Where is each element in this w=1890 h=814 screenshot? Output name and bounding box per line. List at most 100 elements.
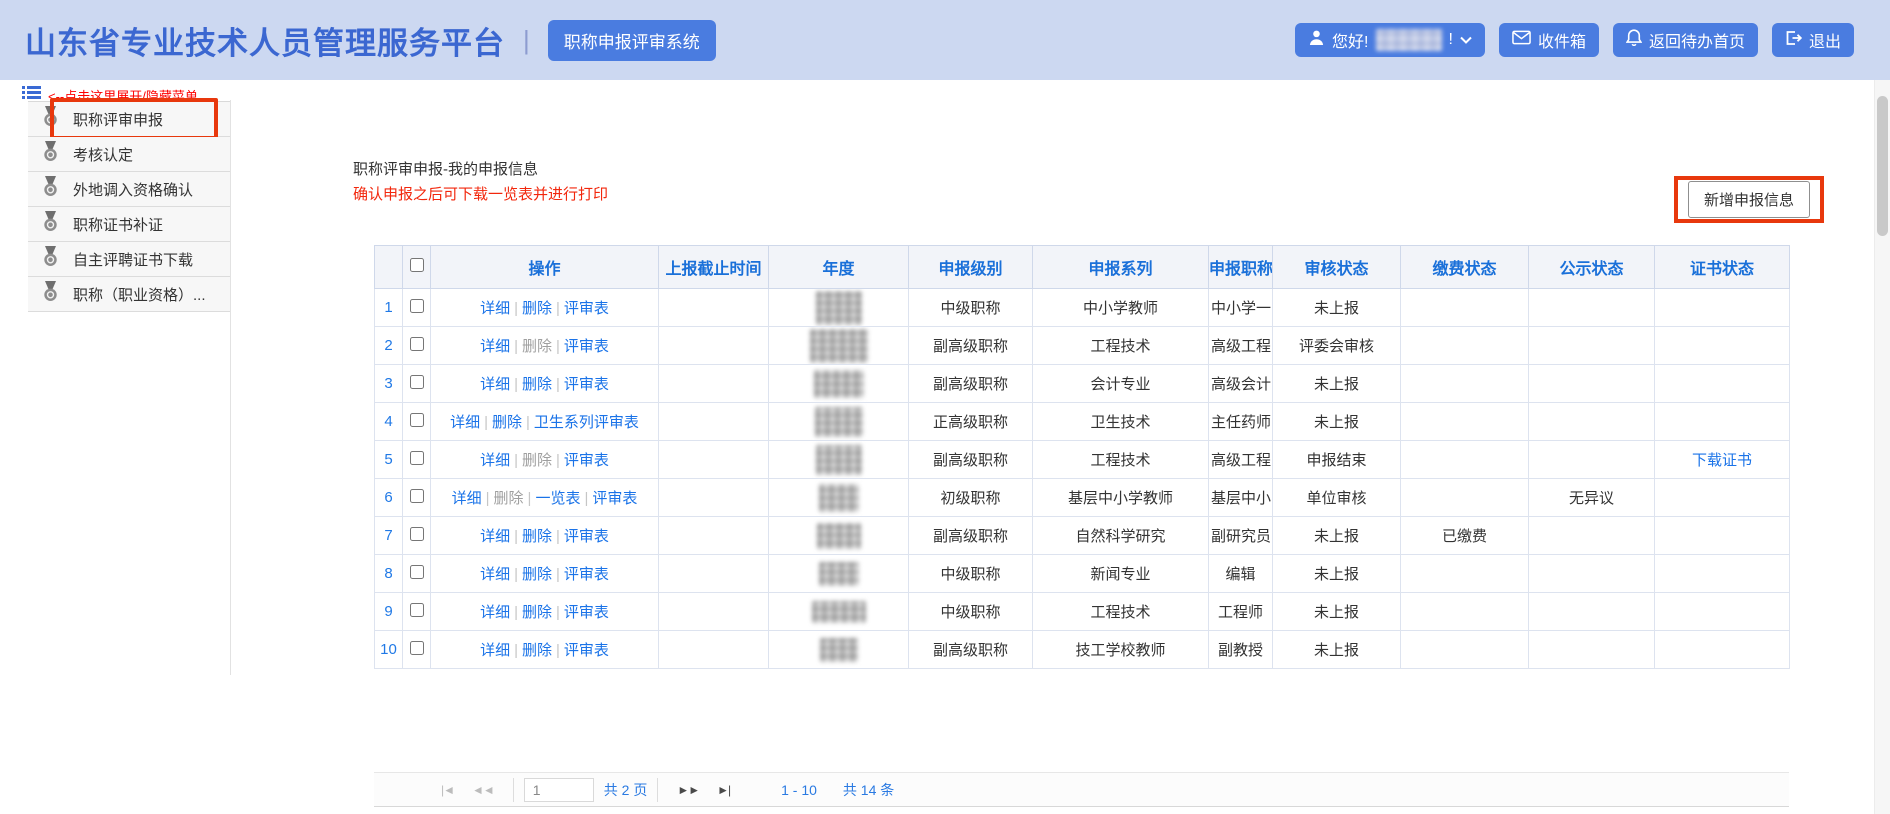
certificate-cell [1655, 479, 1790, 517]
audit-status-cell: 未上报 [1273, 555, 1401, 593]
add-declaration-button[interactable]: 新增申报信息 [1688, 181, 1810, 218]
year-cell [769, 593, 909, 631]
title-cell: 主任药师 [1209, 403, 1273, 441]
operations-cell: 详细|删除|一览表|评审表 [431, 479, 659, 517]
op-delete-link: 删除 [522, 452, 552, 469]
logout-button[interactable]: 退出 [1772, 23, 1854, 57]
op-review-form-link[interactable]: 评审表 [564, 300, 609, 317]
row-checkbox[interactable] [410, 375, 424, 389]
op-detail-link[interactable]: 详细 [450, 414, 480, 431]
row-checkbox[interactable] [410, 565, 424, 579]
chevron-down-icon [1460, 31, 1472, 49]
op-detail-link[interactable]: 详细 [480, 376, 510, 393]
payment-status-cell: 已缴费 [1401, 517, 1529, 555]
op-review-form-link[interactable]: 评审表 [564, 376, 609, 393]
back-home-button[interactable]: 返回待办首页 [1613, 23, 1758, 57]
back-home-label: 返回待办首页 [1649, 28, 1745, 52]
op-detail-link[interactable]: 详细 [480, 338, 510, 355]
op-detail-link[interactable]: 详细 [480, 604, 510, 621]
inbox-button[interactable]: 收件箱 [1499, 23, 1599, 57]
declarations-table: 操作上报截止时间年度申报级别申报系列申报职称审核状态缴费状态公示状态证书状态 1… [374, 245, 1790, 669]
scrollbar-thumb[interactable] [1877, 96, 1888, 236]
year-cell [769, 555, 909, 593]
row-number: 5 [375, 441, 403, 479]
table-row: 9详细|删除|评审表中级职称工程技术工程师未上报 [375, 593, 1790, 631]
op-separator: | [514, 452, 518, 469]
row-checkbox[interactable] [410, 641, 424, 655]
op-detail-link[interactable]: 详细 [480, 566, 510, 583]
envelope-icon [1512, 30, 1531, 50]
level-cell: 正高级职称 [909, 403, 1033, 441]
row-checkbox[interactable] [410, 527, 424, 541]
sidebar-item-6[interactable]: 职称（职业资格）... [28, 277, 230, 312]
op-detail-link[interactable]: 详细 [480, 300, 510, 317]
op-review-form-link[interactable]: 评审表 [564, 452, 609, 469]
user-menu-button[interactable]: 您好! ! [1295, 23, 1485, 57]
op-delete-link[interactable]: 删除 [522, 300, 552, 317]
certificate-cell [1655, 555, 1790, 593]
row-checkbox[interactable] [410, 413, 424, 427]
total-pages-label: 共 2 页 [604, 780, 648, 800]
op-review-form-link[interactable]: 评审表 [564, 642, 609, 659]
series-cell: 基层中小学教师 [1033, 479, 1209, 517]
payment-status-cell [1401, 555, 1529, 593]
op-delete-link[interactable]: 删除 [492, 414, 522, 431]
op-delete-link[interactable]: 删除 [522, 642, 552, 659]
column-header: 缴费状态 [1401, 246, 1529, 289]
op-delete-link[interactable]: 删除 [522, 566, 552, 583]
row-number: 2 [375, 327, 403, 365]
sidebar-content-divider [230, 100, 231, 675]
row-select-cell [403, 365, 431, 403]
row-number: 8 [375, 555, 403, 593]
certificate-cell [1655, 631, 1790, 669]
row-number-header [375, 246, 403, 289]
level-cell: 中级职称 [909, 289, 1033, 327]
pager-divider [657, 778, 658, 802]
download-certificate-link[interactable]: 下载证书 [1692, 452, 1752, 469]
section-note: 确认申报之后可下载一览表并进行打印 [353, 183, 608, 204]
row-checkbox[interactable] [410, 489, 424, 503]
year-cell [769, 441, 909, 479]
op-review-form-link[interactable]: 评审表 [564, 604, 609, 621]
sidebar-item-3[interactable]: 外地调入资格确认 [28, 172, 230, 207]
op-review-form-link[interactable]: 评审表 [564, 338, 609, 355]
op-detail-link[interactable]: 详细 [452, 490, 482, 507]
op-list-form-link[interactable]: 一览表 [535, 490, 580, 507]
page-number-input[interactable] [524, 778, 594, 802]
user-greeting-suffix: ! [1449, 31, 1453, 49]
next-page-button[interactable]: ►► [677, 783, 699, 797]
deadline-cell [659, 327, 769, 365]
first-page-button[interactable]: |◄ [441, 783, 454, 797]
year-cell [769, 403, 909, 441]
title-cell: 高级工程 [1209, 441, 1273, 479]
op-detail-link[interactable]: 详细 [480, 452, 510, 469]
op-review-form-link[interactable]: 评审表 [564, 528, 609, 545]
vertical-scrollbar[interactable] [1874, 80, 1890, 814]
sidebar-item-5[interactable]: 自主评聘证书下载 [28, 242, 230, 277]
audit-status-cell: 未上报 [1273, 631, 1401, 669]
op-detail-link[interactable]: 详细 [480, 528, 510, 545]
op-review-form-link[interactable]: 评审表 [564, 566, 609, 583]
row-checkbox[interactable] [410, 451, 424, 465]
column-header: 操作 [431, 246, 659, 289]
op-delete-link[interactable]: 删除 [522, 376, 552, 393]
row-select-cell [403, 403, 431, 441]
prev-page-button[interactable]: ◄◄ [472, 783, 494, 797]
op-health-series-review-form-link[interactable]: 卫生系列评审表 [534, 414, 639, 431]
row-checkbox[interactable] [410, 603, 424, 617]
select-all-checkbox[interactable] [410, 258, 424, 272]
op-review-form-link[interactable]: 评审表 [592, 490, 637, 507]
sidebar-item-1[interactable]: 职称评审申报 [28, 102, 230, 137]
last-page-button[interactable]: ►| [717, 783, 730, 797]
row-checkbox[interactable] [410, 337, 424, 351]
op-delete-link[interactable]: 删除 [522, 528, 552, 545]
publicity-status-cell [1529, 365, 1655, 403]
op-separator: | [528, 490, 532, 507]
subsystem-button[interactable]: 职称申报评审系统 [548, 20, 716, 61]
op-separator: | [556, 376, 560, 393]
row-checkbox[interactable] [410, 299, 424, 313]
op-delete-link[interactable]: 删除 [522, 604, 552, 621]
op-detail-link[interactable]: 详细 [480, 642, 510, 659]
sidebar-item-4[interactable]: 职称证书补证 [28, 207, 230, 242]
sidebar-item-2[interactable]: 考核认定 [28, 137, 230, 172]
